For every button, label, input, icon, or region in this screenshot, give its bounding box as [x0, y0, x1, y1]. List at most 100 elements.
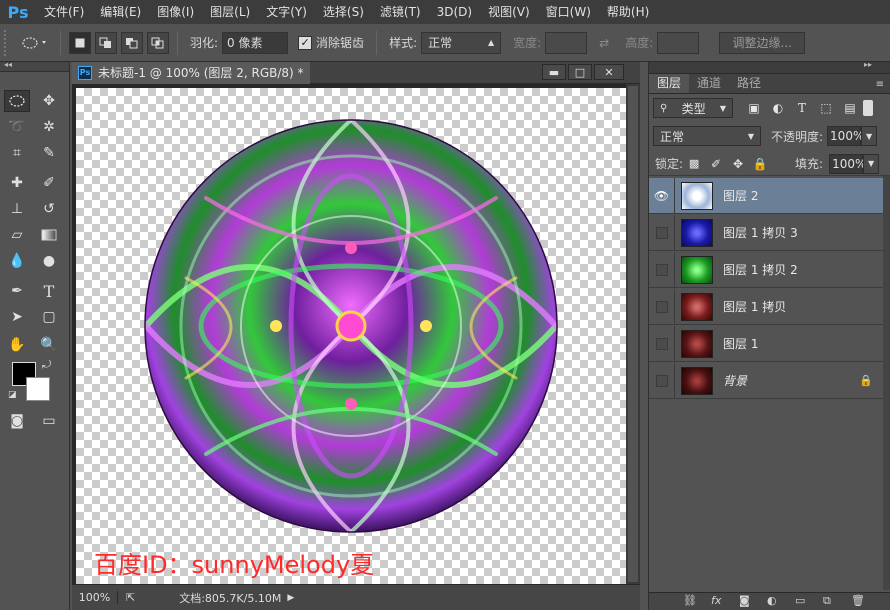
eraser-tool[interactable]: ▱	[4, 224, 30, 246]
elliptical-marquee-tool[interactable]	[4, 90, 30, 112]
vertical-scrollbar[interactable]	[626, 84, 640, 584]
lock-transparent-icon[interactable]: ▩	[685, 155, 703, 173]
feather-input[interactable]: 0 像素	[222, 31, 289, 54]
history-brush-tool[interactable]: ↺	[36, 198, 62, 220]
collapse-panels-icon[interactable]: ▸▸	[864, 60, 872, 69]
visibility-toggle[interactable]	[649, 362, 675, 399]
height-input[interactable]	[657, 31, 700, 54]
tab-layers[interactable]: 图层	[649, 73, 690, 93]
blend-mode-select[interactable]: 正常 ▼	[653, 126, 761, 146]
shape-tool[interactable]: ▢	[36, 306, 62, 328]
type-tool[interactable]: T	[36, 280, 62, 302]
visibility-toggle[interactable]	[649, 251, 675, 288]
default-colors-icon[interactable]: ◪	[8, 390, 17, 400]
tab-channels[interactable]: 通道	[689, 73, 729, 93]
lock-all-icon[interactable]: 🔒	[751, 155, 769, 173]
maximize-button[interactable]: □	[568, 64, 592, 80]
brush-tool[interactable]: ✐	[36, 172, 62, 194]
menu-filter[interactable]: 滤镜(T)	[372, 0, 429, 24]
quick-mask-button[interactable]: ◙	[4, 410, 30, 432]
type-layer-filter-icon[interactable]: T	[793, 99, 811, 117]
layer-name[interactable]: 图层 1 拷贝 2	[723, 261, 798, 278]
swap-colors-icon[interactable]: ⤾	[42, 358, 51, 372]
magic-wand-tool[interactable]: ✲	[36, 116, 62, 138]
add-selection-button[interactable]	[95, 31, 117, 54]
scrollbar-thumb[interactable]	[628, 86, 638, 582]
smart-object-filter-icon[interactable]: ▤	[841, 99, 859, 117]
screen-mode-button[interactable]: ▭	[36, 410, 62, 432]
zoom-level[interactable]: 100%	[72, 591, 118, 604]
panel-menu-icon[interactable]: ≡	[876, 79, 884, 90]
canvas[interactable]: 百度ID：sunnyMelody夏	[76, 88, 626, 584]
subtract-selection-button[interactable]	[121, 31, 143, 54]
link-layers-icon[interactable]: ⛓	[683, 594, 697, 607]
fill-dropdown-icon[interactable]: ▼	[863, 153, 880, 174]
tools-panel-header[interactable]: ◂◂	[0, 60, 69, 72]
menu-file[interactable]: 文件(F)	[36, 0, 92, 24]
swap-dimensions-icon[interactable]: ⇄	[599, 36, 609, 50]
new-layer-icon[interactable]: ⧉	[823, 594, 831, 608]
pen-tool[interactable]: ✒	[4, 280, 30, 302]
menu-view[interactable]: 视图(V)	[480, 0, 538, 24]
export-icon[interactable]: ⇱	[126, 591, 135, 604]
layer-row[interactable]: 背景 🔒	[649, 362, 883, 399]
layer-row[interactable]: 图层 1 拷贝	[649, 288, 883, 325]
menu-image[interactable]: 图像(I)	[149, 0, 202, 24]
width-input[interactable]	[545, 31, 588, 54]
move-tool[interactable]: ✥	[36, 90, 62, 112]
layer-row[interactable]: 👁 图层 2	[649, 177, 883, 214]
canvas-area[interactable]: 百度ID：sunnyMelody夏	[72, 84, 640, 584]
opacity-input[interactable]: 100%	[827, 126, 864, 146]
dodge-tool[interactable]: ●	[36, 250, 62, 272]
menu-select[interactable]: 选择(S)	[315, 0, 372, 24]
filter-toggle-icon[interactable]	[863, 100, 873, 116]
menu-type[interactable]: 文字(Y)	[258, 0, 315, 24]
visibility-toggle[interactable]	[649, 325, 675, 362]
healing-brush-tool[interactable]: ✚	[4, 172, 30, 194]
visibility-toggle[interactable]	[649, 214, 675, 251]
refine-edge-button[interactable]: 调整边缘...	[719, 31, 806, 54]
status-menu-arrow-icon[interactable]: ▶	[287, 593, 294, 603]
path-selection-tool[interactable]: ➤	[4, 306, 30, 328]
lasso-tool[interactable]: ➰	[4, 116, 30, 138]
antialias-checkbox[interactable]: ✓	[298, 35, 313, 50]
shape-layer-filter-icon[interactable]: ⬚	[817, 99, 835, 117]
collapse-icon[interactable]: ◂◂	[4, 60, 12, 69]
gradient-tool[interactable]	[36, 224, 62, 246]
layer-name[interactable]: 图层 1	[723, 335, 758, 352]
filter-kind-select[interactable]: ⚲ 类型 ▼	[653, 98, 733, 118]
style-select[interactable]: 正常 ▲	[421, 31, 502, 54]
layer-row[interactable]: 图层 1	[649, 325, 883, 362]
clone-stamp-tool[interactable]: ⊥	[4, 198, 30, 220]
menu-3d[interactable]: 3D(D)	[429, 0, 480, 24]
zoom-tool[interactable]: 🔍	[36, 334, 62, 356]
fx-icon[interactable]: fx	[711, 594, 721, 607]
background-color-swatch[interactable]	[26, 377, 50, 401]
add-mask-icon[interactable]: ◙	[739, 594, 750, 607]
layer-row[interactable]: 图层 1 拷贝 2	[649, 251, 883, 288]
layers-scrollbar[interactable]	[883, 176, 890, 590]
layer-row[interactable]: 图层 1 拷贝 3	[649, 214, 883, 251]
tab-paths[interactable]: 路径	[729, 73, 769, 93]
close-button[interactable]: ✕	[594, 64, 624, 80]
options-grip[interactable]	[4, 29, 10, 56]
menu-layer[interactable]: 图层(L)	[202, 0, 258, 24]
eyedropper-tool[interactable]: ✎	[36, 142, 62, 164]
blur-tool[interactable]: 💧	[4, 250, 30, 272]
menu-window[interactable]: 窗口(W)	[538, 0, 599, 24]
pixel-layer-filter-icon[interactable]: ▣	[745, 99, 763, 117]
layer-name[interactable]: 背景	[723, 372, 747, 389]
intersect-selection-button[interactable]	[147, 31, 169, 54]
crop-tool[interactable]: ⌗	[4, 142, 30, 164]
layer-name[interactable]: 图层 1 拷贝 3	[723, 224, 798, 241]
layer-name[interactable]: 图层 2	[723, 187, 758, 204]
tool-preset-picker[interactable]	[18, 32, 52, 54]
visibility-toggle[interactable]: 👁	[649, 177, 675, 214]
new-selection-button[interactable]	[69, 31, 91, 54]
delete-layer-icon[interactable]: 🗑	[851, 594, 865, 607]
document-tab[interactable]: Ps 未标题-1 @ 100% (图层 2, RGB/8) *	[72, 61, 310, 84]
lock-brush-icon[interactable]: ✐	[707, 155, 725, 173]
menu-edit[interactable]: 编辑(E)	[92, 0, 149, 24]
adjustment-layer-icon[interactable]: ◐	[767, 594, 777, 607]
menu-help[interactable]: 帮助(H)	[599, 0, 657, 24]
